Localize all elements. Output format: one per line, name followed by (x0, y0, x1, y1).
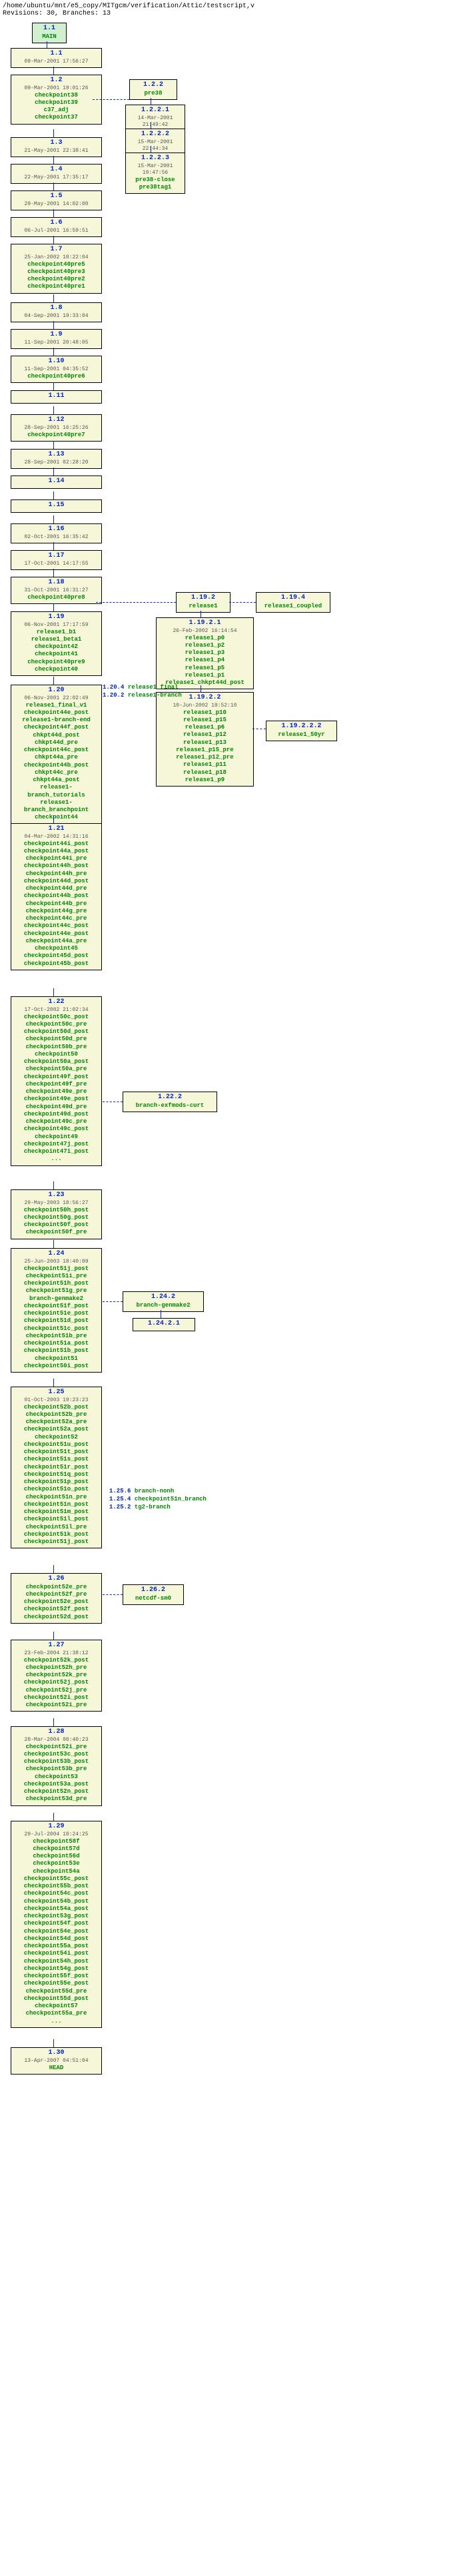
revision-tree: 1.1 MAIN 1.109-Mar-2001 17:56:27 1.209-Ma… (3, 23, 472, 2573)
trunk-node-1-14[interactable]: 1.14 (11, 476, 102, 489)
branch-node-1-26-2[interactable]: 1.26.2 netcdf-sm0 (123, 1584, 184, 1605)
trunk-node-1-9[interactable]: 1.911-Sep-2001 20:48:05 (11, 329, 102, 349)
trunk-node-1-12[interactable]: 1.1228-Sep-2001 16:25:26checkpoint40pre7 (11, 414, 102, 442)
branch-node-1-19-2-2-2[interactable]: 1.19.2.2.2 release1_50yr (266, 721, 337, 741)
trunk-node-1-10[interactable]: 1.1011-Sep-2001 04:35:52checkpoint40pre6 (11, 356, 102, 383)
trunk-node-1-13[interactable]: 1.1328-Sep-2001 02:28:20 (11, 449, 102, 469)
trunk-node-1-20[interactable]: 1.2006-Nov-2001 22:02:49release1_final_v… (11, 685, 102, 824)
trunk-node-1-24[interactable]: 1.2425-Jun-2003 18:40:09checkpoint51j_po… (11, 1248, 102, 1373)
trunk-node-1-27[interactable]: 1.2723-Feb-2004 21:38:12checkpoint52k_po… (11, 1640, 102, 1712)
trunk-node-1-25[interactable]: 1.2501-Oct-2003 19:23:23checkpoint52b_po… (11, 1387, 102, 1548)
branch-node-1-2-2-2[interactable]: 1.2.2.2 15-Mar-2001 22:44:34 (125, 129, 185, 155)
trunk-node-1-29[interactable]: 1.2929-Jul-2004 18:24:25checkpoint58fche… (11, 1821, 102, 2028)
trunk-node-1-21[interactable]: 1.2104-Mar-2002 14:31:16checkpoint44i_po… (11, 823, 102, 970)
trunk-node-1-17[interactable]: 1.1717-Oct-2001 14:17:55 (11, 550, 102, 570)
branch-node-1-19-2[interactable]: 1.19.2 release1 (176, 592, 231, 613)
trunk-node-1-16[interactable]: 1.1602-Oct-2001 16:35:42 (11, 523, 102, 543)
root-node[interactable]: 1.1 MAIN (32, 23, 67, 43)
root-label: MAIN (36, 33, 63, 41)
branch-label-1-20-2: 1.20.2 release1-branch (103, 692, 182, 699)
branch-label-1-25-4: 1.25.4 checkpoint51n_branch (109, 1496, 207, 1502)
branch-node-1-2-2-3[interactable]: 1.2.2.3 15-Mar-2001 19:47:56 pre38-close… (125, 153, 185, 194)
branch-node-1-19-2-1[interactable]: 1.19.2.1 26-Feb-2002 16:14:54 release1_p… (156, 617, 254, 689)
branch-node-1-24-2-1[interactable]: 1.24.2.1 (133, 1318, 195, 1331)
trunk-node-1-2[interactable]: 1.209-Mar-2001 19:01:26checkpoint38check… (11, 75, 102, 125)
trunk-node-1-19[interactable]: 1.1906-Nov-2001 17:17:59release1_b1relea… (11, 611, 102, 676)
trunk-node-1-7[interactable]: 1.725-Jan-2002 18:22:04checkpoint40pre5c… (11, 244, 102, 294)
branch-node-1-2-2-1[interactable]: 1.2.2.1 14-Mar-2001 21:49:42 (125, 105, 185, 131)
branch-node-1-19-4[interactable]: 1.19.4 release1_coupled (256, 592, 330, 613)
branch-label-1-20-4: 1.20.4 release1_final (103, 684, 178, 691)
trunk-node-1-6[interactable]: 1.606-Jul-2001 16:59:51 (11, 217, 102, 237)
trunk-node-1-11[interactable]: 1.11 (11, 390, 102, 404)
trunk-node-1-5[interactable]: 1.529-May-2001 14:02:00 (11, 190, 102, 210)
trunk-node-1-23[interactable]: 1.2329-May-2003 18:56:27checkpoint50h_po… (11, 1189, 102, 1239)
trunk-node-1-3[interactable]: 1.321-May-2001 22:38:41 (11, 137, 102, 157)
trunk-node-1-26[interactable]: 1.26checkpoint52e_precheckpoint52f_prech… (11, 1573, 102, 1624)
branch-node-1-22-2[interactable]: 1.22.2 branch-exfmods-curt (123, 1092, 217, 1112)
trunk-node-1-22[interactable]: 1.2217-Oct-2002 21:02:34checkpoint50c_po… (11, 996, 102, 1166)
trunk-node-1-15[interactable]: 1.15 (11, 499, 102, 513)
branch-label-1-25-6: 1.25.6 branch-nonh (109, 1488, 174, 1494)
trunk-node-1-4[interactable]: 1.422-May-2001 17:35:17 (11, 164, 102, 184)
trunk-node-1-30[interactable]: 1.3013-Apr-2007 04:51:04HEAD (11, 2047, 102, 2075)
branch-label-1-25-2: 1.25.2 tg2-branch (109, 1504, 171, 1510)
file-path: /home/ubuntu/mnt/e5_copy/MITgcm/verifica… (3, 3, 475, 10)
branch-node-1-19-2-2[interactable]: 1.19.2.2 10-Jun-2002 19:52:10 release1_p… (156, 692, 254, 787)
trunk-node-1-8[interactable]: 1.804-Sep-2001 19:33:04 (11, 302, 102, 322)
root-rev: 1.1 (36, 25, 63, 33)
branch-node-1-24-2[interactable]: 1.24.2 branch-genmake2 (123, 1291, 204, 1312)
trunk-node-1-1[interactable]: 1.109-Mar-2001 17:56:27 (11, 48, 102, 68)
trunk-node-1-28[interactable]: 1.2828-Mar-2004 00:40:23checkpoint52i_pr… (11, 1726, 102, 1806)
branch-node-1-2-2[interactable]: 1.2.2 pre38 (129, 79, 177, 100)
revision-stats: Revisions: 30, Branches: 13 (3, 10, 475, 17)
trunk-node-1-18[interactable]: 1.1831-Oct-2001 16:31:27checkpoint40pre8 (11, 577, 102, 604)
